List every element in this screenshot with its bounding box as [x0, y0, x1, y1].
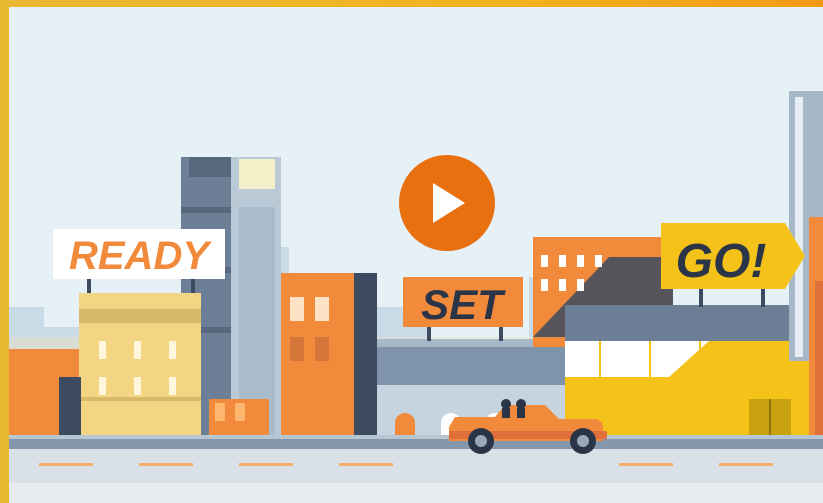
video-thumbnail[interactable]: READY SET GO! [9, 7, 823, 503]
building-dark-strip [59, 377, 81, 445]
video-frame: READY SET GO! [0, 0, 823, 503]
sign-set: SET [421, 281, 506, 328]
play-icon [433, 183, 465, 223]
building-yellow-left [79, 293, 201, 445]
building-yellow-store [565, 305, 815, 445]
sign-ready: READY [69, 234, 212, 278]
sign-go: GO! [676, 235, 767, 288]
city-illustration: READY SET GO! [9, 7, 823, 503]
play-button[interactable] [399, 155, 495, 251]
road [9, 435, 823, 503]
